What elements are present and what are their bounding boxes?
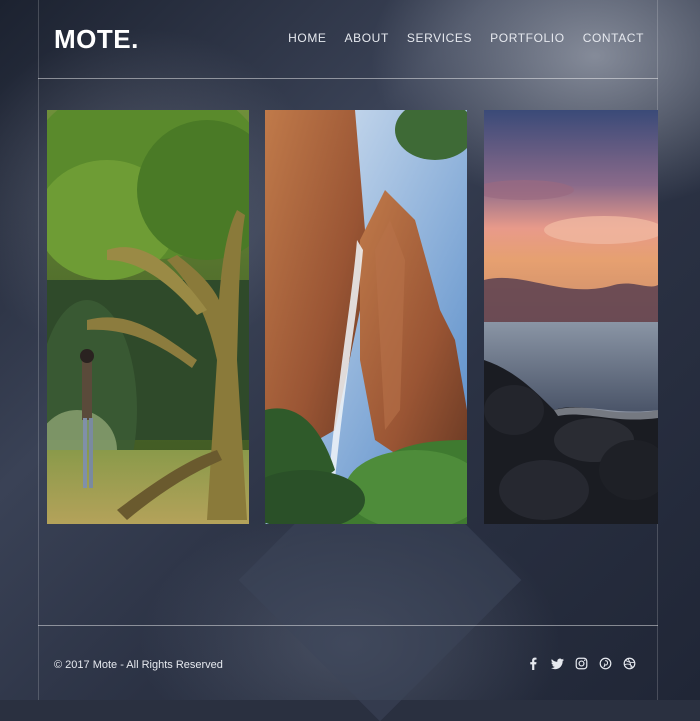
site-header: MOTE. HOME ABOUT SERVICES PORTFOLIO CONT… <box>38 0 658 79</box>
nav-contact[interactable]: CONTACT <box>583 31 644 45</box>
sunset-seashore-photo[interactable] <box>484 110 658 524</box>
instagram-icon[interactable] <box>574 656 588 670</box>
nav-home[interactable]: HOME <box>288 31 326 45</box>
nav-portfolio[interactable]: PORTFOLIO <box>490 31 565 45</box>
photo-gallery <box>47 110 659 524</box>
tree-forest-photo[interactable] <box>47 110 249 524</box>
main-nav: HOME ABOUT SERVICES PORTFOLIO CONTACT <box>288 31 644 45</box>
nav-about[interactable]: ABOUT <box>345 31 389 45</box>
nav-services[interactable]: SERVICES <box>407 31 472 45</box>
site-logo[interactable]: MOTE. <box>54 24 139 55</box>
dribbble-icon[interactable] <box>622 656 636 670</box>
copyright-text: © 2017 Mote - All Rights Reserved <box>54 659 223 671</box>
site-footer: © 2017 Mote - All Rights Reserved <box>38 625 658 701</box>
waterfall-canyon-photo[interactable] <box>265 110 467 524</box>
facebook-icon[interactable] <box>526 656 540 670</box>
pinterest-icon[interactable] <box>598 656 612 670</box>
twitter-icon[interactable] <box>550 656 564 670</box>
social-links <box>526 656 636 670</box>
